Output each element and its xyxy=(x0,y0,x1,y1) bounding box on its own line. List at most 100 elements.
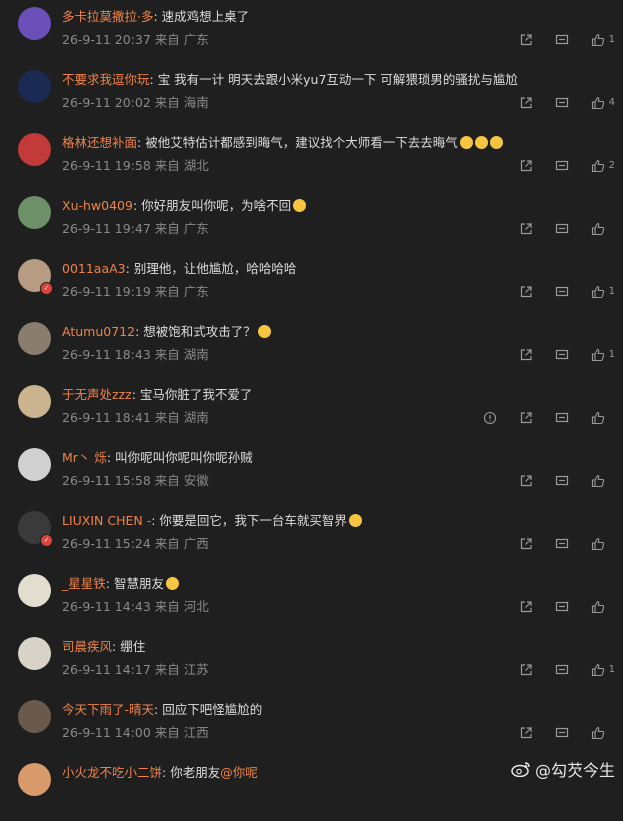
thumbs-up-icon xyxy=(591,159,604,172)
emoji-icon xyxy=(293,199,307,212)
avatar[interactable] xyxy=(18,700,51,733)
like-button[interactable] xyxy=(591,600,615,614)
avatar[interactable] xyxy=(18,637,51,670)
username-link[interactable]: Atumu0712 xyxy=(62,324,135,339)
thumbs-up-icon xyxy=(591,474,605,487)
share-icon[interactable] xyxy=(519,600,533,614)
share-icon[interactable] xyxy=(519,474,533,488)
avatar-image xyxy=(18,637,51,670)
like-button[interactable]: 4 xyxy=(591,96,615,110)
comment-meta: 26-9-11 20:37 来自 广东 xyxy=(62,31,209,48)
username-link[interactable]: Xu-hw0409 xyxy=(62,198,133,213)
comment-content: 格林还想补面: 被他艾特估计都感到晦气，建议找个大师看一下去去晦气 xyxy=(62,134,503,151)
comment-location: 来自 江苏 xyxy=(150,662,209,677)
share-icon[interactable] xyxy=(519,348,533,362)
like-button[interactable]: 1 xyxy=(591,33,615,47)
avatar[interactable] xyxy=(18,448,51,481)
like-button[interactable]: 1 xyxy=(591,348,615,362)
share-icon[interactable] xyxy=(519,222,533,236)
avatar[interactable] xyxy=(18,574,51,607)
avatar[interactable] xyxy=(18,133,51,166)
colon-separator: : xyxy=(137,135,146,150)
avatar[interactable] xyxy=(18,763,51,796)
comment-date: 26-9-11 18:41 xyxy=(62,410,151,425)
username-link[interactable]: LIUXIN CHEN - xyxy=(62,513,151,528)
reply-icon[interactable] xyxy=(555,726,569,740)
avatar[interactable] xyxy=(18,7,51,40)
comment-text: 绷住 xyxy=(120,639,146,654)
username-link[interactable]: 不要求我逗你玩 xyxy=(62,72,150,87)
username-link[interactable]: 小火龙不吃小二饼 xyxy=(62,765,162,780)
reply-icon[interactable] xyxy=(555,222,569,236)
comment-date: 26-9-11 20:02 xyxy=(62,95,151,110)
comment-content: Atumu0712: 想被饱和式攻击了？ xyxy=(62,323,271,340)
emoji-icon xyxy=(489,136,503,149)
like-button[interactable]: 2 xyxy=(591,159,615,173)
username-link[interactable]: Mr丶 烁 xyxy=(62,450,107,465)
share-icon[interactable] xyxy=(519,96,533,110)
comment-content: 于无声处zzz: 宝马你脏了我不爱了 xyxy=(62,386,252,403)
like-button[interactable] xyxy=(591,537,615,551)
like-button[interactable]: 1 xyxy=(591,663,615,677)
comment-content: 司晨疾风: 绷住 xyxy=(62,638,145,655)
comment-meta: 26-9-11 15:24 来自 广西 xyxy=(62,535,209,552)
avatar[interactable] xyxy=(18,196,51,229)
reply-icon[interactable] xyxy=(555,411,569,425)
thumbs-up-icon xyxy=(591,285,604,298)
comment-text: 别理他，让他尴尬，哈哈哈哈 xyxy=(133,261,297,276)
reply-icon[interactable] xyxy=(555,474,569,488)
colon-separator: : xyxy=(125,261,134,276)
share-icon[interactable] xyxy=(519,537,533,551)
comment-text: 想被饱和式攻击了？ xyxy=(143,324,256,339)
comment-location: 来自 河北 xyxy=(150,599,209,614)
comment-actions xyxy=(497,598,615,615)
username-link[interactable]: 司晨疾风 xyxy=(62,639,112,654)
comment-date: 26-9-11 20:37 xyxy=(62,32,151,47)
like-count: 4 xyxy=(608,97,615,108)
reply-icon[interactable] xyxy=(555,96,569,110)
share-icon[interactable] xyxy=(519,663,533,677)
comment-location: 来自 湖南 xyxy=(150,347,209,362)
reply-icon[interactable] xyxy=(555,663,569,677)
avatar[interactable] xyxy=(18,385,51,418)
comment-item: Atumu0712: 想被饱和式攻击了？ 26-9-11 18:43 来自 湖南 1 xyxy=(0,317,623,380)
like-button[interactable]: 1 xyxy=(591,285,615,299)
like-button[interactable] xyxy=(591,222,615,236)
mention-link[interactable]: @你呢 xyxy=(220,765,258,780)
comment-location: 来自 广东 xyxy=(150,221,209,236)
avatar[interactable] xyxy=(18,322,51,355)
share-icon[interactable] xyxy=(519,285,533,299)
colon-separator: : xyxy=(112,639,121,654)
username-link[interactable]: 格林还想补面 xyxy=(62,135,137,150)
share-icon[interactable] xyxy=(519,726,533,740)
reply-icon[interactable] xyxy=(555,348,569,362)
comment-text: 宝 我有一计 明天去跟小米yu7互动一下 可解猥琐男的骚扰与尴尬 xyxy=(157,72,518,87)
reply-icon[interactable] xyxy=(555,159,569,173)
username-link[interactable]: _星星铁 xyxy=(62,576,106,591)
comment-actions xyxy=(497,724,615,741)
username-link[interactable]: 多卡拉莫撒拉·多 xyxy=(62,9,153,24)
comment-actions: 1 xyxy=(497,346,615,363)
comment-text: 速成鸡想上桌了 xyxy=(161,9,250,24)
thumbs-up-icon xyxy=(591,537,605,550)
like-button[interactable] xyxy=(591,474,615,488)
share-icon[interactable] xyxy=(519,33,533,47)
like-button[interactable] xyxy=(591,726,615,740)
share-icon[interactable] xyxy=(519,159,533,173)
report-icon[interactable] xyxy=(483,411,497,425)
colon-separator: : xyxy=(154,702,163,717)
username-link[interactable]: 于无声处zzz xyxy=(62,387,132,402)
avatar-image xyxy=(18,385,51,418)
share-icon[interactable] xyxy=(519,411,533,425)
username-link[interactable]: 0011aaA3 xyxy=(62,261,126,276)
reply-icon[interactable] xyxy=(555,285,569,299)
like-button[interactable] xyxy=(591,411,615,425)
thumbs-up-icon xyxy=(591,600,605,613)
comment-text: 叫你呢叫你呢叫你呢孙贼 xyxy=(115,450,253,465)
comment-text: 回应下吧怪尴尬的 xyxy=(162,702,263,717)
reply-icon[interactable] xyxy=(555,33,569,47)
avatar[interactable] xyxy=(18,70,51,103)
reply-icon[interactable] xyxy=(555,600,569,614)
reply-icon[interactable] xyxy=(555,537,569,551)
username-link[interactable]: 今天下雨了-晴天 xyxy=(62,702,154,717)
